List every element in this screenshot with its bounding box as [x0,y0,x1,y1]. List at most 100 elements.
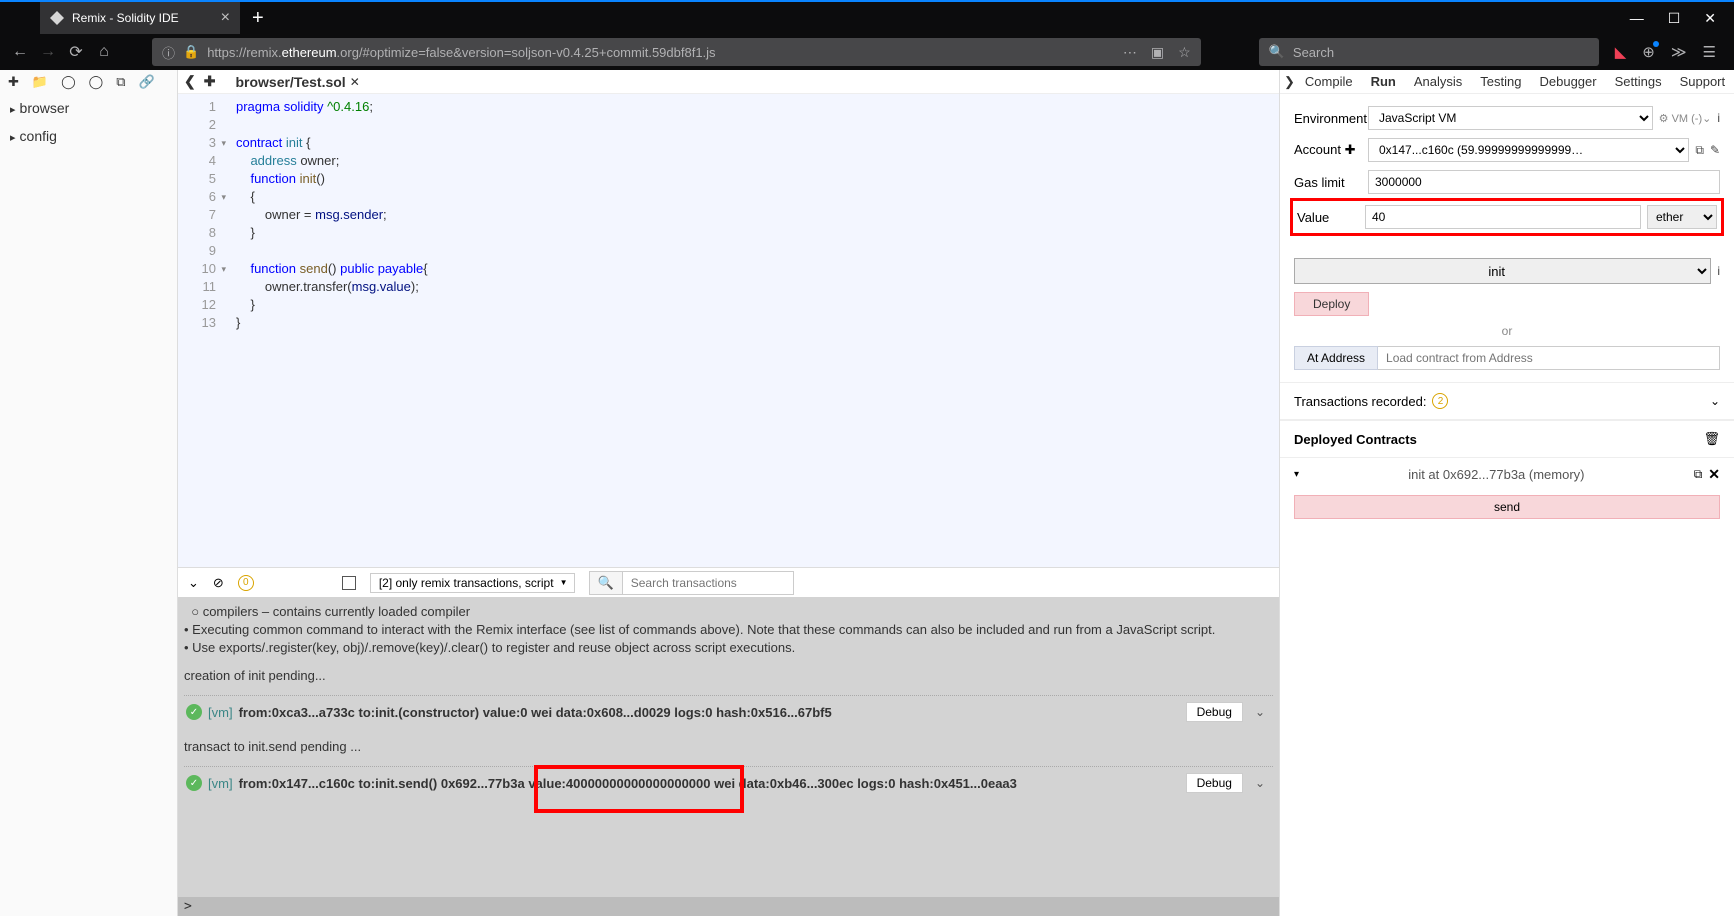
ethereum-icon [50,11,64,25]
panel-tabs: ❯ Compile Run Analysis Testing Debugger … [1280,70,1734,94]
maximize-icon[interactable]: ☐ [1668,10,1681,27]
close-icon[interactable]: ✕ [1708,466,1720,483]
nav-bar: ← → ⟳ ⌂ ⓘ 🔒 https://remix.ethereum.org/#… [0,34,1734,70]
tab-compile[interactable]: Compile [1297,72,1361,91]
tx-row[interactable]: ✓ [vm] from:0x147...c160c to:init.send()… [184,767,1273,799]
info-icon[interactable]: ⓘ [162,43,175,62]
more-dots-icon[interactable]: ⋯ [1123,44,1137,61]
window-controls: — ☐ ✕ [1630,10,1734,27]
listen-checkbox[interactable] [342,576,356,590]
tab-analysis[interactable]: Analysis [1406,72,1470,91]
search-bar[interactable]: 🔍 Search [1259,38,1599,66]
environment-select[interactable]: JavaScript VM [1368,106,1653,130]
home-icon[interactable]: ⌂ [94,43,114,61]
tab-prev-icon[interactable]: ❮ [184,73,196,90]
tx-recorded-label: Transactions recorded: [1294,394,1426,409]
sidebar-toolbar: ✚ 📁 ◯ ◯ ⧉ 🔗 [0,70,177,94]
tab-support[interactable]: Support [1672,72,1734,91]
vm-tag-icon: ⚙ VM (-)⌄ [1659,112,1712,125]
github-icon[interactable]: ◯ [61,74,76,90]
bookmark-icon[interactable]: ☆ [1178,44,1191,61]
environment-label: Environment [1294,111,1362,126]
tab-run[interactable]: Run [1363,72,1404,91]
gas-limit-input[interactable] [1368,170,1720,194]
terminal-output[interactable]: ○ compilers – contains currently loaded … [178,597,1279,897]
copy-icon[interactable]: ⧉ [116,74,125,90]
browser-titlebar: Remix - Solidity IDE × + — ☐ ✕ [0,2,1734,34]
search-icon[interactable]: 🔍 [590,572,623,594]
info-icon[interactable]: i [1717,264,1720,278]
value-input[interactable] [1365,205,1641,229]
deployed-label: Deployed Contracts [1294,432,1417,447]
tab-settings[interactable]: Settings [1607,72,1670,91]
deployed-instance-name: init at 0x692...77b3a (memory) [1305,467,1688,482]
copy-icon[interactable]: ⧉ [1694,467,1703,482]
tab-debugger[interactable]: Debugger [1532,72,1605,91]
debug-button[interactable]: Debug [1186,773,1243,793]
terminal-toolbar: ⌄ ⊘ 0 [2] only remix transactions, scrip… [178,567,1279,597]
terminal-prompt[interactable]: > [178,897,1279,916]
right-panel: ❯ Compile Run Analysis Testing Debugger … [1279,70,1734,916]
sidebar-item-browser[interactable]: browser [0,94,177,122]
chevron-down-icon[interactable]: ⌄ [1710,394,1720,408]
contract-select[interactable]: init [1294,258,1711,284]
vm-tag: [vm] [208,776,233,791]
terminal-filter-dropdown[interactable]: [2] only remix transactions, script [370,573,575,593]
editor-tabs-row: ❮ ✚ browser/Test.sol ✕ [178,70,1279,94]
forward-icon[interactable]: → [38,43,58,61]
value-unit-select[interactable]: ether [1647,205,1717,229]
terminal-line: • Use exports/.register(key, obj)/.remov… [184,639,1273,657]
close-icon[interactable]: × [221,9,230,27]
link-icon[interactable]: 🔗 [139,74,155,90]
sidebar-item-config[interactable]: config [0,122,177,150]
success-icon: ✓ [186,704,202,720]
tab-add-icon[interactable]: ✚ [204,73,216,90]
trash-icon[interactable]: 🗑 [1703,431,1720,447]
send-button[interactable]: send [1294,495,1720,519]
reader-icon[interactable]: ▣ [1151,44,1164,61]
success-icon: ✓ [186,775,202,791]
run-panel-body: Environment JavaScript VM ⚙ VM (-)⌄ i Ac… [1280,94,1734,382]
account-select[interactable]: 0x147...c160c (59.99999999999999… [1368,138,1689,162]
tx-count-badge: 2 [1432,393,1448,409]
pocket-icon[interactable]: ◣ [1615,43,1627,61]
tx-detail: from:0x147...c160c to:init.send() 0x692.… [239,776,1017,791]
expand-icon[interactable]: ⌄ [1249,776,1271,790]
new-file-icon[interactable]: ✚ [8,74,19,90]
add-account-icon[interactable]: ✚ [1345,142,1356,157]
expand-icon[interactable]: ⌄ [1249,705,1271,719]
file-tab[interactable]: browser/Test.sol ✕ [231,74,363,90]
extensions-icon[interactable]: ≫ [1671,43,1687,61]
code-editor[interactable]: 1 2 3 4 5 6 7 8 9 10 11 12 13 pragma sol… [178,94,1279,567]
reload-icon[interactable]: ⟳ [66,42,86,62]
code-area[interactable]: pragma solidity ^0.4.16; contract init {… [222,94,428,567]
browser-tab[interactable]: Remix - Solidity IDE × [40,2,240,34]
menu-icon[interactable]: ☰ [1703,43,1716,61]
at-address-input[interactable] [1378,346,1720,370]
downloads-icon[interactable]: ⊕ [1642,43,1655,61]
url-bar[interactable]: ⓘ 🔒 https://remix.ethereum.org/#optimize… [152,38,1201,66]
terminal-search-input[interactable] [623,573,793,593]
minimize-icon[interactable]: — [1630,10,1644,27]
terminal-pending: transact to init.send pending ... [184,738,1273,756]
tx-row[interactable]: ✓ [vm] from:0xca3...a733c to:init.(const… [184,696,1273,728]
new-tab-button[interactable]: + [240,7,276,30]
chevron-down-icon[interactable]: ▾ [1294,469,1299,480]
debug-button[interactable]: Debug [1186,702,1243,722]
tab-testing[interactable]: Testing [1472,72,1529,91]
deploy-button[interactable]: Deploy [1294,292,1369,316]
vm-tag: [vm] [208,705,233,720]
edit-icon[interactable]: ✎ [1710,143,1720,157]
collapse-icon[interactable]: ⌄ [188,575,199,591]
file-tab-close-icon[interactable]: ✕ [350,75,360,89]
folder-icon[interactable]: 📁 [32,74,48,90]
clear-icon[interactable]: ⊘ [213,575,224,591]
at-address-button[interactable]: At Address [1294,346,1378,370]
copy-icon[interactable]: ⧉ [1695,143,1704,158]
tx-recorded-section[interactable]: Transactions recorded: 2 ⌄ [1280,382,1734,420]
gist-icon[interactable]: ◯ [89,74,104,90]
info-icon[interactable]: i [1717,111,1720,125]
collapse-panel-icon[interactable]: ❯ [1284,74,1295,90]
back-icon[interactable]: ← [10,43,30,61]
close-window-icon[interactable]: ✕ [1704,10,1716,27]
